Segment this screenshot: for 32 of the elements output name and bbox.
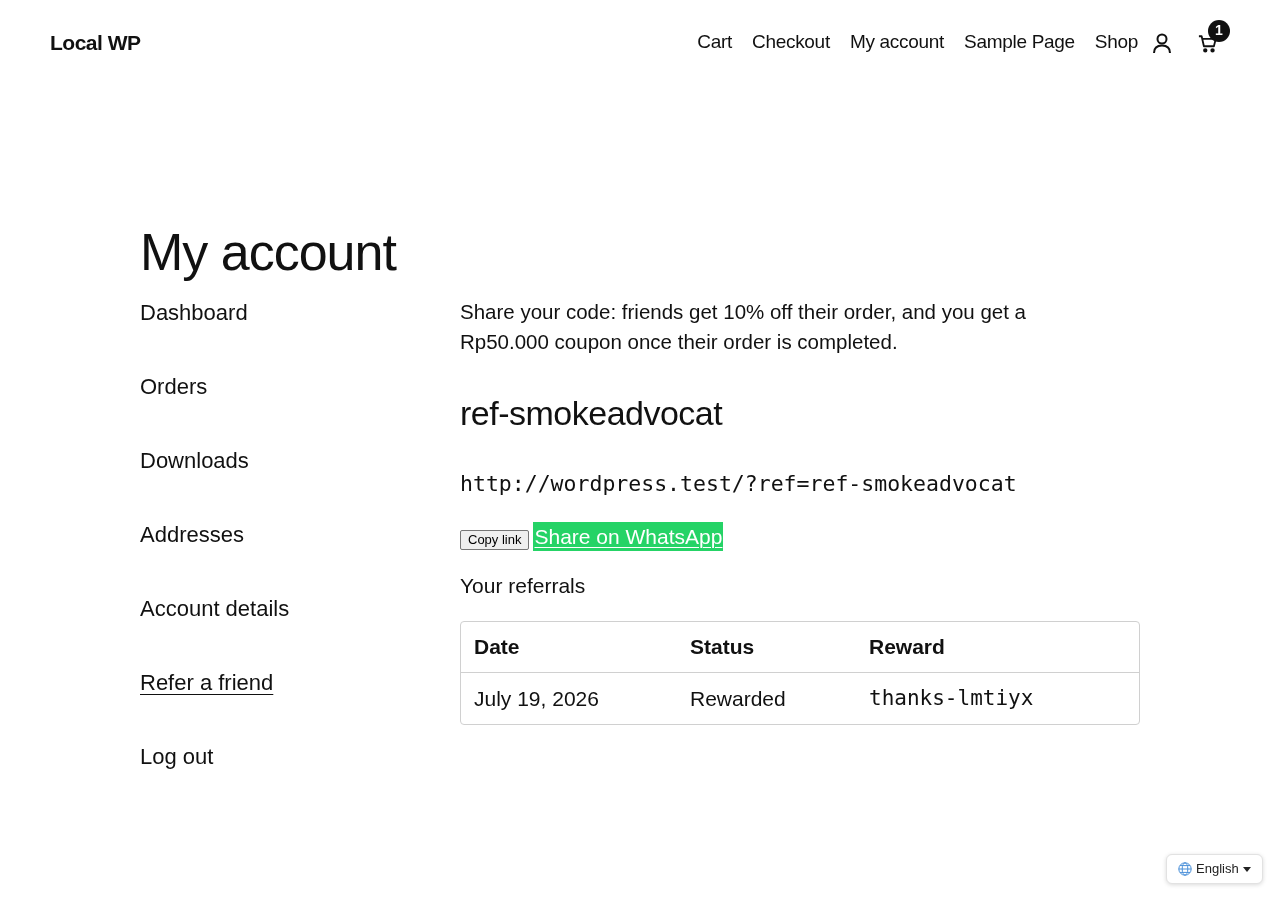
table-cell: Rewarded	[690, 686, 786, 710]
cart-count-badge: 1	[1208, 19, 1230, 42]
column-header: Status	[690, 635, 755, 658]
nav-link[interactable]: Shop	[1094, 28, 1138, 57]
caret-icon	[1242, 866, 1251, 872]
account-nav-link[interactable]: Orders	[140, 374, 208, 399]
referrals-heading: Your referrals	[460, 573, 586, 599]
language-label: English	[1196, 860, 1239, 879]
nav-link[interactable]: My account	[849, 28, 945, 57]
account-nav-link[interactable]: Log out	[140, 744, 214, 769]
account-nav-link[interactable]: Account details	[140, 596, 290, 621]
column-header: Reward	[869, 635, 945, 658]
nav-link[interactable]: Sample Page	[964, 28, 1075, 57]
nav-link[interactable]: Cart	[697, 28, 732, 57]
nav-link[interactable]: Checkout	[752, 28, 830, 57]
account-nav-link[interactable]: Refer a friend	[140, 670, 274, 695]
language-switcher[interactable]: English	[1166, 854, 1263, 884]
intro-paragraph: Share your code: friends get 10% off their order, and you get a Rp50.000 coupon once their order is completed.	[460, 299, 1027, 355]
account-nav-link[interactable]: Downloads	[140, 448, 249, 473]
account-nav-link[interactable]: Dashboard	[140, 300, 248, 325]
account-nav-link[interactable]: Addresses	[140, 522, 244, 547]
referral-code: ref-smokeadvocat	[460, 393, 723, 434]
copy-link-button[interactable]: Copy link	[460, 530, 530, 550]
referral-url-text: http://wordpress.test/?ref=ref-smokeadvocat	[460, 470, 1017, 498]
page-title: My account	[140, 224, 396, 281]
table-cell: July 19, 2026	[474, 686, 599, 710]
cart-icon[interactable]	[1198, 33, 1218, 53]
account-icon[interactable]	[1152, 31, 1172, 54]
globe-icon	[1178, 862, 1192, 876]
column-header: Date	[474, 635, 520, 658]
table-cell: thanks-lmtiyx	[869, 686, 1034, 710]
site-title[interactable]: Local WP	[50, 26, 141, 59]
